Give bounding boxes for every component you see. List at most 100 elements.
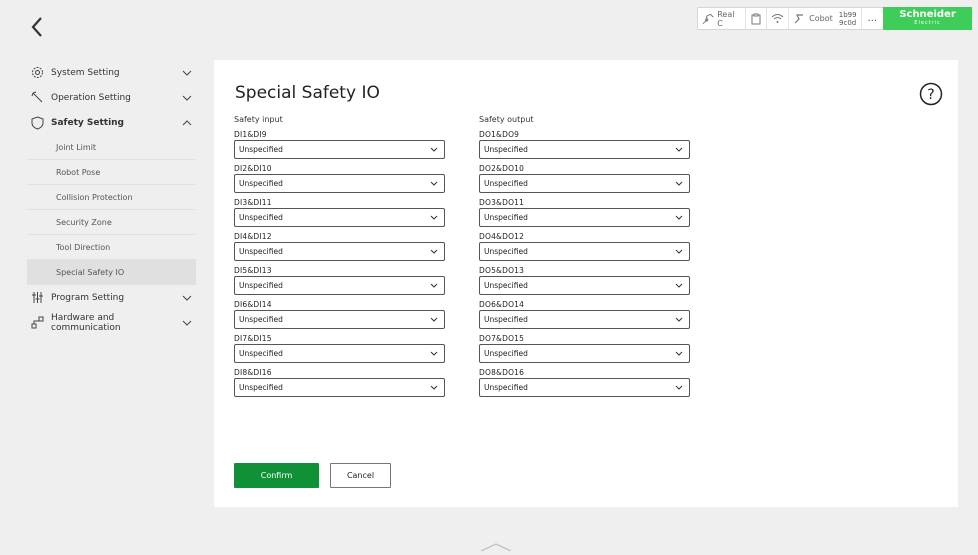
- bottom-drawer-handle[interactable]: [479, 536, 513, 552]
- sidebar-subitem-joint-limit[interactable]: Joint Limit: [27, 135, 196, 160]
- chevron-down-icon: [675, 385, 683, 390]
- safety-output-select[interactable]: Unspecified: [479, 174, 690, 193]
- wifi-status[interactable]: [767, 8, 790, 29]
- safety-input-select[interactable]: Unspecified: [234, 140, 445, 159]
- real-mode-indicator[interactable]: Real C: [698, 8, 747, 29]
- more-button[interactable]: ...: [862, 8, 884, 29]
- safety-output-label: DO3&DO11: [479, 198, 525, 207]
- safety-input-label: DI6&DI14: [234, 300, 272, 309]
- safety-input-select-value: Unspecified: [239, 383, 283, 392]
- sidebar-item-label: System Setting: [51, 67, 120, 78]
- cobot-id-line2: 9c0d: [839, 18, 857, 27]
- chevron-down-icon: [430, 385, 438, 390]
- brand-logo: Schneider Electric: [883, 6, 972, 30]
- safety-input-select[interactable]: Unspecified: [234, 208, 445, 227]
- main-panel: Special Safety IO ? Safety input DI1&DI9…: [214, 60, 958, 507]
- sidebar-item-operation-setting[interactable]: Operation Setting: [27, 85, 196, 110]
- chevron-down-icon: [675, 181, 683, 186]
- wifi-icon: [771, 14, 784, 23]
- safety-output-column: Safety output DO1&DO9 Unspecified DO2&DO10…: [479, 115, 690, 398]
- sidebar-item-program-setting[interactable]: Program Setting: [27, 285, 196, 310]
- confirm-button[interactable]: Confirm: [234, 463, 319, 488]
- wrench-icon: [31, 91, 45, 105]
- safety-output-label: DO7&DO15: [479, 334, 525, 343]
- clipboard-icon: [751, 13, 761, 24]
- mode-label: Real C: [717, 9, 735, 28]
- safety-input-label: DI1&DI9: [234, 130, 267, 139]
- chevron-down-icon: [182, 320, 192, 326]
- chevron-down-icon: [182, 95, 192, 101]
- safety-input-select[interactable]: Unspecified: [234, 310, 445, 329]
- safety-output-select[interactable]: Unspecified: [479, 378, 690, 397]
- safety-input-label: DI3&DI11: [234, 198, 272, 207]
- sidebar-item-hardware-communication[interactable]: Hardware and communication: [27, 310, 196, 335]
- back-button[interactable]: [28, 14, 48, 40]
- shield-icon: [31, 115, 45, 130]
- safety-output-select-value: Unspecified: [484, 213, 528, 222]
- sidebar-subitem-collision-protection[interactable]: Collision Protection: [27, 185, 196, 210]
- sidebar-subitem-robot-pose[interactable]: Robot Pose: [27, 160, 196, 185]
- chevron-down-icon: [675, 317, 683, 322]
- clipboard-status[interactable]: [746, 8, 768, 29]
- chevron-down-icon: [430, 317, 438, 322]
- cobot-id: 1b99 9c0d: [839, 11, 857, 27]
- safety-output-select[interactable]: Unspecified: [479, 276, 690, 295]
- safety-input-select[interactable]: Unspecified: [234, 344, 445, 363]
- safety-input-select[interactable]: Unspecified: [234, 174, 445, 193]
- cobot-status[interactable]: Cobot 1b99 9c0d: [789, 8, 862, 29]
- chevron-down-icon: [430, 181, 438, 186]
- safety-output-header: Safety output: [479, 115, 534, 124]
- chevron-down-icon: [675, 283, 683, 288]
- safety-output-select[interactable]: Unspecified: [479, 242, 690, 261]
- brand-subname: Electric: [914, 20, 941, 26]
- safety-input-select-value: Unspecified: [239, 349, 283, 358]
- safety-output-select[interactable]: Unspecified: [479, 208, 690, 227]
- sidebar-item-safety-setting[interactable]: Safety Setting: [27, 110, 196, 135]
- safety-input-select[interactable]: Unspecified: [234, 242, 445, 261]
- safety-output-select[interactable]: Unspecified: [479, 344, 690, 363]
- chevron-down-icon: [430, 351, 438, 356]
- safety-output-label: DO2&DO10: [479, 164, 525, 173]
- safety-input-column: Safety input DI1&DI9 Unspecified DI2&DI10 U…: [234, 115, 445, 398]
- chevron-left-icon: [31, 17, 42, 37]
- safety-output-select[interactable]: Unspecified: [479, 310, 690, 329]
- chevron-up-icon: [480, 543, 512, 552]
- chevron-down-icon: [182, 295, 192, 301]
- safety-output-select-value: Unspecified: [484, 145, 528, 154]
- network-icon: [31, 316, 45, 330]
- svg-text:?: ?: [927, 87, 934, 103]
- sliders-icon: [31, 291, 45, 305]
- sidebar-item-label: Safety Setting: [51, 117, 125, 128]
- chevron-down-icon: [675, 147, 683, 152]
- safety-output-label: DO5&DO13: [479, 266, 525, 275]
- safety-output-label: DO4&DO12: [479, 232, 525, 241]
- help-button[interactable]: ?: [919, 82, 943, 106]
- chevron-down-icon: [430, 215, 438, 220]
- robot-arm-icon: [702, 13, 714, 24]
- safety-input-select-value: Unspecified: [239, 281, 283, 290]
- sidebar-item-system-setting[interactable]: System Setting: [27, 60, 196, 85]
- cobot-icon: [794, 13, 804, 23]
- chevron-down-icon: [430, 283, 438, 288]
- safety-input-select-value: Unspecified: [239, 247, 283, 256]
- gear-icon: [31, 66, 45, 80]
- safety-output-select-value: Unspecified: [484, 179, 528, 188]
- safety-output-label: DO6&DO14: [479, 300, 525, 309]
- safety-input-select-value: Unspecified: [239, 145, 283, 154]
- help-icon: ?: [919, 82, 943, 106]
- chevron-down-icon: [675, 249, 683, 254]
- safety-input-label: DI8&DI16: [234, 368, 272, 377]
- safety-input-select[interactable]: Unspecified: [234, 378, 445, 397]
- safety-input-select[interactable]: Unspecified: [234, 276, 445, 295]
- chevron-down-icon: [675, 351, 683, 356]
- safety-output-select[interactable]: Unspecified: [479, 140, 690, 159]
- chevron-down-icon: [182, 70, 192, 76]
- safety-input-select-value: Unspecified: [239, 315, 283, 324]
- sidebar-subitem-security-zone[interactable]: Security Zone: [27, 210, 196, 235]
- cancel-button[interactable]: Cancel: [330, 463, 391, 488]
- sidebar-subitem-special-safety-io[interactable]: Special Safety IO: [27, 260, 196, 285]
- brand-name: Schneider: [899, 9, 956, 20]
- safety-output-select-value: Unspecified: [484, 383, 528, 392]
- sidebar-subitem-tool-direction[interactable]: Tool Direction: [27, 235, 196, 260]
- safety-input-select-value: Unspecified: [239, 179, 283, 188]
